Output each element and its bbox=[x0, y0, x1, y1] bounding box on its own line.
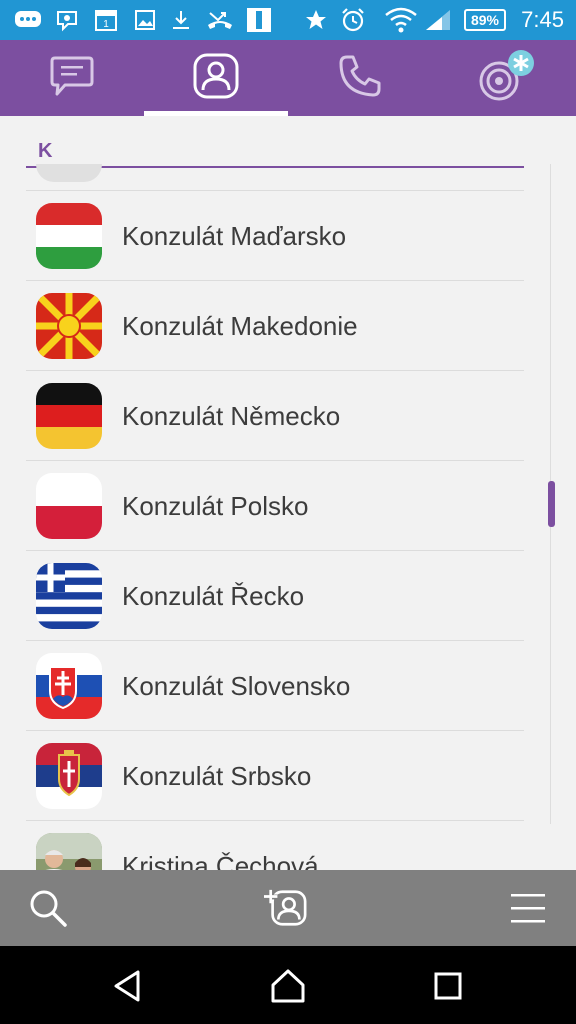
tab-contacts[interactable] bbox=[144, 40, 288, 116]
star-icon bbox=[304, 8, 328, 32]
section-letter: K bbox=[38, 140, 53, 162]
system-nav-bar bbox=[0, 946, 576, 1024]
viber-icon bbox=[54, 8, 80, 32]
tab-public[interactable] bbox=[432, 40, 576, 116]
flag-macedonia-avatar bbox=[36, 293, 102, 359]
home-icon[interactable] bbox=[268, 966, 308, 1006]
flag-serbia-avatar bbox=[36, 743, 102, 809]
scrollbar-thumb[interactable] bbox=[548, 481, 555, 527]
add-contact-icon[interactable] bbox=[264, 886, 308, 930]
partial-avatar bbox=[36, 164, 102, 182]
flag-poland-avatar bbox=[36, 473, 102, 539]
contact-list[interactable]: K Konzulát Maďarsko Konzulát Makedonie K… bbox=[0, 116, 576, 870]
photo-avatar bbox=[36, 833, 102, 870]
menu-icon[interactable] bbox=[506, 886, 550, 930]
bottom-action-bar bbox=[0, 870, 576, 946]
contact-row[interactable]: Konzulát Makedonie bbox=[26, 281, 524, 371]
chat-bubble-icon bbox=[49, 54, 95, 103]
status-bar: 1 89% 7:45 bbox=[0, 0, 576, 40]
battery-percent: 89% bbox=[470, 12, 500, 28]
contact-row[interactable]: Konzulát Srbsko bbox=[26, 731, 524, 821]
contact-row[interactable]: Konzulát Polsko bbox=[26, 461, 524, 551]
tab-bar bbox=[0, 40, 576, 116]
gallery-icon bbox=[134, 8, 156, 32]
contact-name: Kristina Čechová bbox=[122, 851, 319, 870]
tab-calls[interactable] bbox=[288, 40, 432, 116]
phone-icon bbox=[337, 53, 383, 104]
alarm-icon bbox=[340, 8, 366, 32]
flag-slovakia-avatar bbox=[36, 653, 102, 719]
search-icon[interactable] bbox=[26, 886, 70, 930]
tab-chats[interactable] bbox=[0, 40, 144, 116]
contact-row[interactable]: Kristina Čechová bbox=[26, 821, 524, 870]
back-icon[interactable] bbox=[108, 966, 148, 1006]
contact-row[interactable]: Konzulát Maďarsko bbox=[26, 191, 524, 281]
missed-call-icon bbox=[206, 8, 234, 32]
wifi-icon bbox=[384, 7, 418, 33]
clock: 7:45 bbox=[521, 7, 564, 32]
contact-name: Konzulát Řecko bbox=[122, 581, 305, 611]
contact-name: Konzulát Slovensko bbox=[122, 671, 351, 701]
calendar-day: 1 bbox=[103, 19, 109, 30]
contact-row[interactable]: Konzulát Řecko bbox=[26, 551, 524, 641]
contact-name: Konzulát Makedonie bbox=[122, 311, 358, 341]
contacts-icon bbox=[192, 52, 240, 105]
contact-row[interactable]: Konzulát Německo bbox=[26, 371, 524, 461]
messages-icon bbox=[14, 8, 42, 32]
contact-name: Konzulát Srbsko bbox=[122, 761, 312, 791]
signal-icon bbox=[424, 8, 452, 32]
battery-icon: 89% bbox=[464, 9, 506, 31]
download-icon bbox=[170, 8, 192, 32]
contact-name: Konzulát Polsko bbox=[122, 491, 309, 521]
flag-germany-avatar bbox=[36, 383, 102, 449]
public-accounts-icon bbox=[473, 49, 535, 108]
flag-greece-avatar bbox=[36, 563, 102, 629]
contact-name: Konzulát Maďarsko bbox=[122, 221, 347, 251]
recents-icon[interactable] bbox=[428, 966, 468, 1006]
contact-row[interactable]: Konzulát Slovensko bbox=[26, 641, 524, 731]
calendar-icon: 1 bbox=[94, 8, 118, 32]
app-icon bbox=[246, 8, 272, 32]
flag-hungary-avatar bbox=[36, 203, 102, 269]
contact-name: Konzulát Německo bbox=[122, 401, 341, 431]
